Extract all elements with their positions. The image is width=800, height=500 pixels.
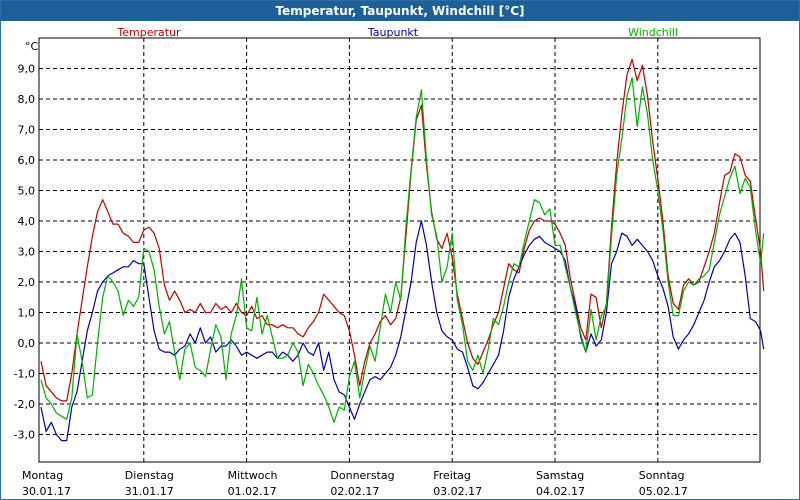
y-tick-label: 0,0 [18, 337, 36, 350]
legend: Temperatur Taupunkt Windchill [116, 26, 678, 39]
y-tick-label: 3,0 [18, 246, 36, 259]
x-axis-ticks: Montag 30.01.17 Dienstag 31.01.17 Mittwoch 01… [22, 469, 688, 498]
x-tick-day: Samstag [536, 469, 584, 482]
x-tick-day: Freitag [433, 469, 471, 482]
y-axis-ticks: -3,0 -2,0 -1,0 0,0 1,0 2,0 3,0 4,0 5,0 6,0 7,0 8,0 9… [14, 40, 39, 442]
y-tick-label: -3,0 [14, 429, 35, 442]
series-line-temperatur [40, 58, 765, 402]
x-tick-date: 30.01.17 [22, 485, 71, 498]
y-tick-label: 4,0 [18, 215, 36, 228]
x-tick-day: Dienstag [125, 469, 174, 482]
y-tick-label: 1,0 [18, 307, 36, 320]
legend-windchill: Windchill [628, 26, 678, 39]
x-tick-date: 03.02.17 [433, 485, 482, 498]
y-tick-label: 5,0 [18, 185, 36, 198]
y-axis-unit: °C [25, 40, 39, 53]
y-tick-label: -1,0 [14, 368, 35, 381]
x-tick-date: 04.02.17 [536, 485, 585, 498]
series-lines [40, 58, 765, 442]
legend-temperatur: Temperatur [116, 26, 181, 39]
x-tick-date: 05.02.17 [639, 485, 688, 498]
y-tick-label: 2,0 [18, 276, 36, 289]
chart-plot: -3,0 -2,0 -1,0 0,0 1,0 2,0 3,0 4,0 5,0 6,0 7,0 8,0 9… [14, 26, 765, 498]
chart-window: Temperatur, Taupunkt, Windchill [°C] -3,… [0, 0, 800, 500]
x-tick-day: Mittwoch [228, 469, 278, 482]
x-tick-day: Sonntag [639, 469, 685, 482]
x-tick-day: Montag [22, 469, 63, 482]
y-tick-label: -2,0 [14, 398, 35, 411]
y-tick-label: 7,0 [18, 124, 36, 137]
x-tick-date: 31.01.17 [125, 485, 174, 498]
y-tick-label: 8,0 [18, 93, 36, 106]
y-tick-label: 6,0 [18, 154, 36, 167]
x-tick-date: 02.02.17 [330, 485, 379, 498]
legend-taupunkt: Taupunkt [367, 26, 419, 39]
x-tick-date: 01.02.17 [228, 485, 277, 498]
x-tick-day: Donnerstag [330, 469, 394, 482]
y-tick-label: 9,0 [18, 63, 36, 76]
